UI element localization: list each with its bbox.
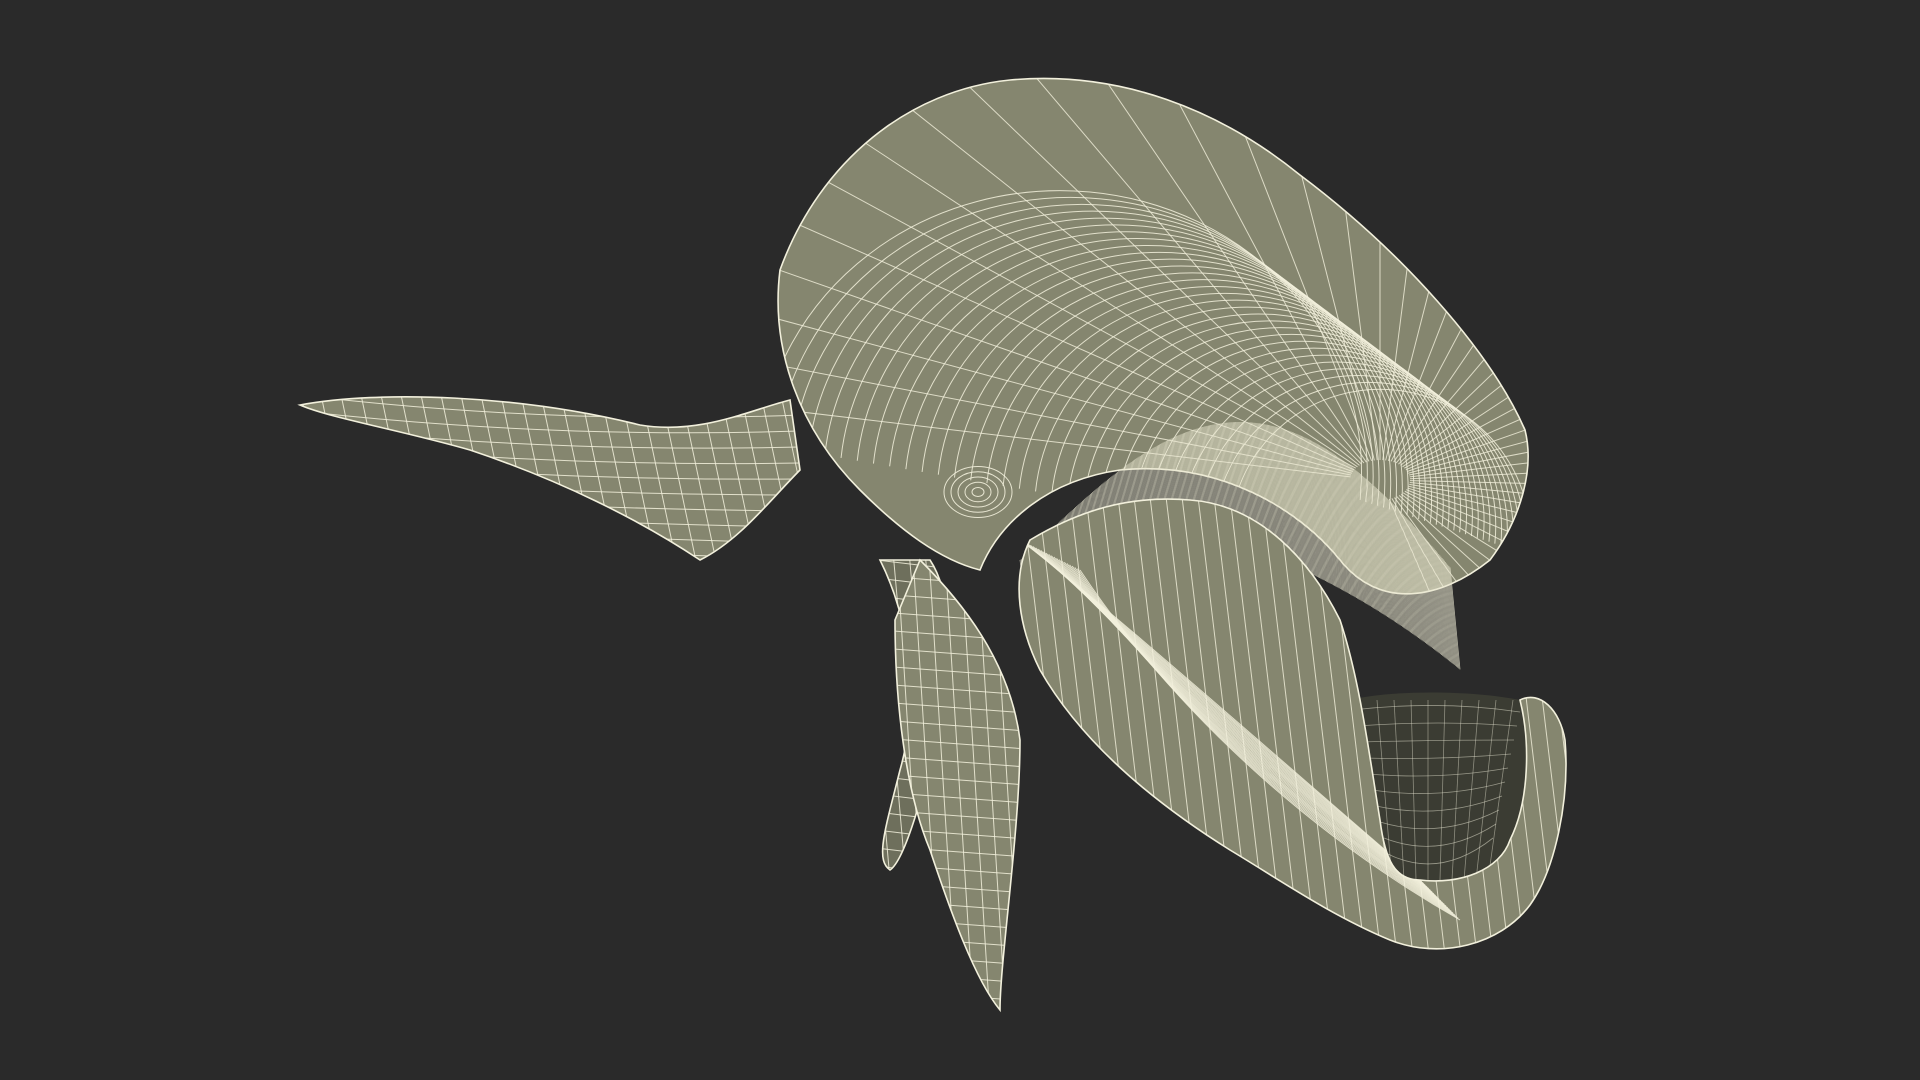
mesh-edge: [895, 953, 1020, 967]
fin: [297, 396, 801, 561]
mesh-edge: [1402, 135, 1529, 468]
mesh-edge: [1398, 78, 1529, 465]
mesh-edge: [1390, 78, 1529, 462]
wireframe-render: [297, 77, 1567, 1013]
mesh-edge: [895, 935, 1020, 949]
mesh-edge: [1393, 78, 1529, 463]
mesh-edge: [895, 971, 1020, 985]
fin-surface: [300, 396, 800, 560]
mesh-edge: [1400, 100, 1529, 466]
mesh-edge: [300, 396, 341, 560]
mesh-edge: [895, 989, 1020, 1003]
viewport: [0, 0, 1920, 1080]
mesh-edge: [895, 1007, 1020, 1010]
mesh-edge: [1395, 78, 1529, 464]
